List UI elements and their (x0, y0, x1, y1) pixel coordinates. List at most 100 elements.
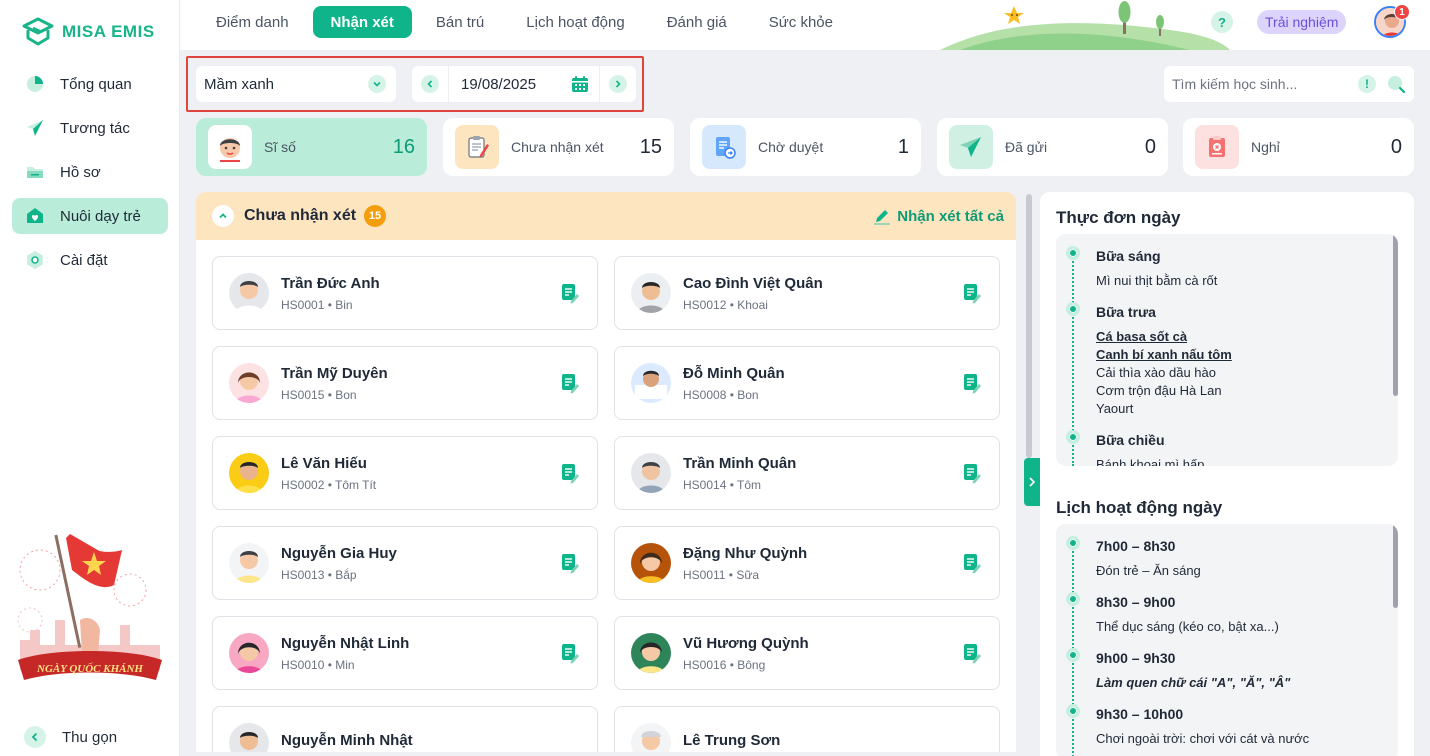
student-avatar (229, 633, 269, 673)
student-card[interactable]: Cao Đình Việt Quân HS0012 • Khoai (614, 256, 1000, 330)
student-card[interactable]: Nguyễn Gia Huy HS0013 • Bắp (212, 526, 598, 600)
comment-all-button[interactable]: Nhận xét tất cả (873, 207, 1004, 225)
national-day-text: NGÀY QUỐC KHÁNH (36, 662, 143, 675)
student-avatar (229, 453, 269, 493)
student-card[interactable]: Vũ Hương Quỳnh HS0016 • Bông (614, 616, 1000, 690)
pencil-icon (873, 207, 891, 225)
student-card[interactable]: Nguyễn Minh Nhật (212, 706, 598, 752)
panel-scrollbar[interactable] (1026, 194, 1032, 458)
student-card[interactable]: Đỗ Minh Quân HS0008 • Bon (614, 346, 1000, 420)
stat-value: 0 (1144, 135, 1156, 158)
activity-time: 7h00 – 8h30 (1096, 538, 1176, 554)
stat-nghi[interactable]: Nghỉ 0 (1183, 118, 1414, 176)
comment-edit-icon[interactable] (559, 552, 581, 574)
help-button[interactable]: ? (1211, 11, 1233, 33)
schedule-title: Lịch hoạt động ngày (1056, 498, 1223, 517)
expand-panel-button[interactable] (1024, 458, 1040, 506)
student-card[interactable]: Trần Đức Anh HS0001 • Bin (212, 256, 598, 330)
stat-chua-nhan-xet[interactable]: Chưa nhận xét 15 (443, 118, 674, 176)
schedule-scrollbar[interactable] (1393, 524, 1398, 608)
student-card[interactable]: Trần Mỹ Duyên HS0015 • Bon (212, 346, 598, 420)
class-select[interactable]: Mầm xanh (196, 66, 396, 102)
search-icon[interactable] (1386, 74, 1406, 94)
sidebar-item-cai-dat[interactable]: Cài đặt (12, 242, 168, 278)
meal-item: Yaourt (1096, 401, 1134, 416)
student-card[interactable]: Lê Văn Hiếu HS0002 • Tôm Tít (212, 436, 598, 510)
activity-desc: Chơi ngoài trời: chơi với cát và nước (1096, 731, 1310, 746)
activity-desc: Đón trẻ – Ăn sáng (1096, 563, 1201, 578)
trial-button[interactable]: Trải nghiệm (1257, 10, 1347, 34)
stat-si-so[interactable]: Sĩ số 16 (196, 118, 427, 176)
student-card[interactable]: Lê Trung Sơn (614, 706, 1000, 752)
sidebar-item-tong-quan[interactable]: Tổng quan (12, 66, 168, 102)
national-day-banner: NGÀY QUỐC KHÁNH (10, 520, 170, 700)
heart-house-icon (24, 205, 46, 227)
comment-edit-icon[interactable] (961, 552, 983, 574)
sidebar-item-tuong-tac[interactable]: Tương tác (12, 110, 168, 146)
stat-value: 0 (1390, 135, 1402, 158)
comment-edit-icon[interactable] (559, 462, 581, 484)
tab-diem-danh[interactable]: Điểm danh (198, 6, 307, 38)
search-input[interactable] (1172, 76, 1358, 92)
student-avatar (631, 363, 671, 403)
tab-danh-gia[interactable]: Đánh giá (649, 6, 745, 38)
chevron-right-icon (609, 75, 627, 93)
sidebar-item-nuoi-day-tre[interactable]: Nuôi dạy trẻ (12, 198, 168, 234)
calendar-icon[interactable] (571, 75, 589, 93)
top-navigation: Điểm danh Nhận xét Bán trú Lịch hoạt độn… (180, 0, 1430, 50)
tab-ban-tru[interactable]: Bán trú (418, 6, 502, 38)
date-field[interactable]: 19/08/2025 (449, 75, 599, 93)
activity-desc: Làm quen chữ cái "A", "Ă", "Â" (1096, 675, 1291, 690)
meal-item-link[interactable]: Cá basa sốt cà (1096, 328, 1187, 346)
class-select-value: Mầm xanh (204, 75, 275, 93)
app-logo[interactable]: MISA EMIS (22, 17, 155, 47)
hills-decoration (940, 0, 1230, 50)
chevron-left-icon (24, 726, 46, 748)
student-code: HS0001 • Bin (281, 297, 353, 312)
student-card[interactable]: Trần Minh Quân HS0014 • Tôm (614, 436, 1000, 510)
stat-da-gui[interactable]: Đã gửi 0 (937, 118, 1168, 176)
stat-label: Chờ duyệt (758, 139, 824, 155)
previous-date-button[interactable] (412, 66, 448, 102)
menu-scrollbar[interactable] (1393, 234, 1398, 396)
tab-lich-hoat-dong[interactable]: Lịch hoạt động (508, 6, 642, 38)
comment-edit-icon[interactable] (961, 282, 983, 304)
chevron-up-icon[interactable] (212, 205, 234, 227)
timeline-dot (1066, 592, 1080, 606)
next-date-button[interactable] (600, 66, 636, 102)
comment-edit-icon[interactable] (559, 372, 581, 394)
tab-suc-khoe[interactable]: Sức khỏe (751, 6, 851, 38)
student-avatar (631, 273, 671, 313)
timeline-dot (1066, 302, 1080, 316)
sidebar-item-ho-so[interactable]: Hồ sơ (12, 154, 168, 190)
sidebar: MISA EMIS Tổng quan Tương tác Hồ sơ Nuôi… (0, 0, 180, 756)
meal-item-link[interactable]: Canh bí xanh nấu tôm (1096, 346, 1232, 364)
comment-edit-icon[interactable] (961, 462, 983, 484)
panel-title: Chưa nhận xét (244, 207, 357, 224)
sidebar-item-label: Tương tác (60, 119, 130, 137)
student-name: Nguyễn Minh Nhật (281, 731, 413, 749)
stat-cho-duyet[interactable]: Chờ duyệt 1 (690, 118, 921, 176)
comment-edit-icon[interactable] (961, 372, 983, 394)
module-tabs: Điểm danh Nhận xét Bán trú Lịch hoạt độn… (198, 6, 857, 38)
student-name: Lê Văn Hiếu (281, 454, 367, 472)
stat-label: Nghỉ (1251, 139, 1280, 155)
collapse-sidebar-button[interactable]: Thu gọn (24, 726, 117, 748)
student-card[interactable]: Nguyễn Nhật Linh HS0010 • Min (212, 616, 598, 690)
comment-edit-icon[interactable] (961, 642, 983, 664)
student-card[interactable]: Đặng Như Quỳnh HS0011 • Sữa (614, 526, 1000, 600)
student-name: Lê Trung Sơn (683, 731, 781, 749)
date-picker: 19/08/2025 (412, 66, 636, 102)
stat-label: Đã gửi (1005, 139, 1048, 155)
student-code: HS0008 • Bon (683, 387, 759, 402)
activity-time: 9h00 – 9h30 (1096, 650, 1176, 666)
comment-edit-icon[interactable] (559, 282, 581, 304)
folder-icon (24, 161, 46, 183)
comment-edit-icon[interactable] (559, 642, 581, 664)
schedule-timeline: 7h00 – 8h30 Đón trẻ – Ăn sáng 8h30 – 9h0… (1056, 524, 1398, 756)
stat-label: Sĩ số (264, 139, 296, 155)
tab-nhan-xet[interactable]: Nhận xét (312, 6, 412, 38)
timeline-dot (1066, 246, 1080, 260)
misa-logo-icon (22, 17, 54, 47)
meal-item: Cải thìa xào dầu hào (1096, 365, 1216, 380)
